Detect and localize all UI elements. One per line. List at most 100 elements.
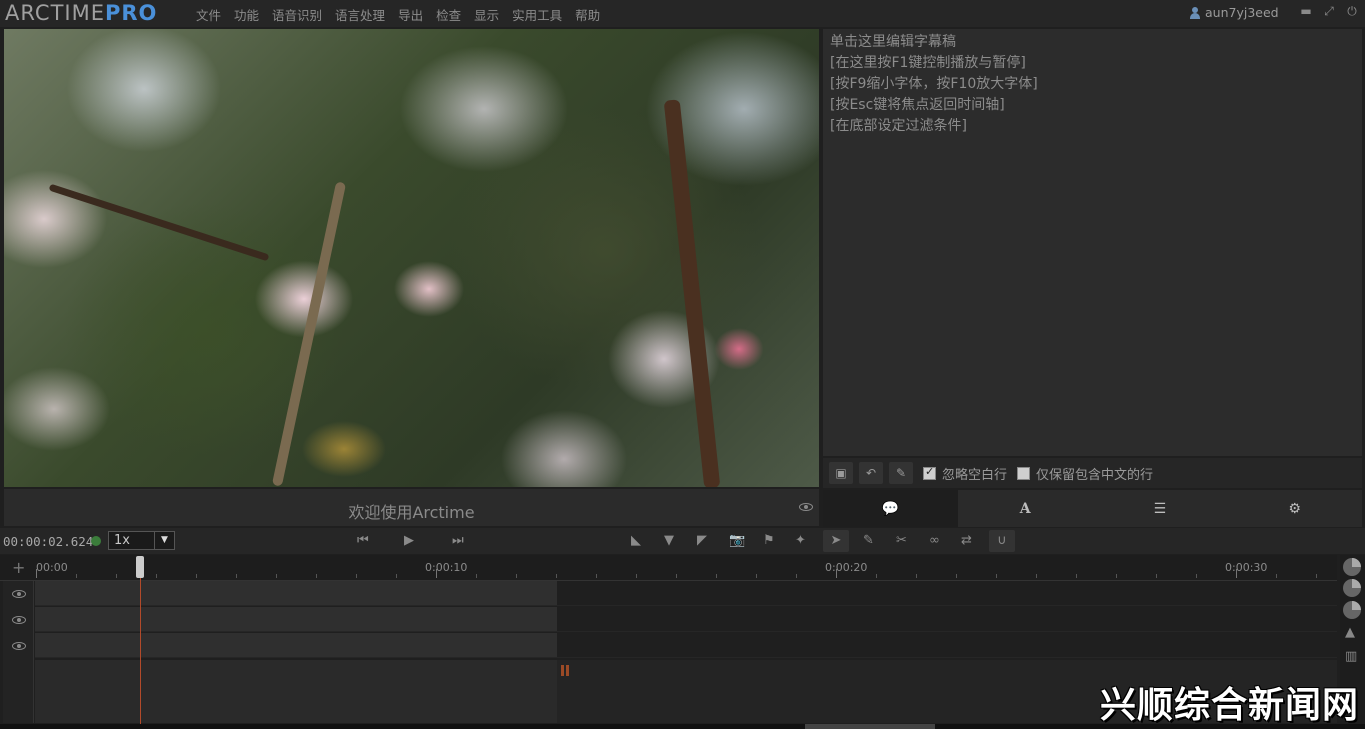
window-controls: ▬ ⤢ ⏻ bbox=[1299, 4, 1359, 19]
timeline-track[interactable] bbox=[35, 607, 1337, 632]
skip-forward-icon[interactable]: ⏭ bbox=[452, 533, 464, 548]
timeline-track[interactable] bbox=[35, 581, 1337, 606]
editor-line: [在底部设定过滤条件] bbox=[830, 118, 967, 134]
bookmark-icon[interactable]: ⚑ bbox=[763, 533, 775, 548]
menu-item-speech-recognition[interactable]: 语音识别 bbox=[272, 5, 322, 24]
script-editor[interactable]: 单击这里编辑字幕稿 [在这里按F1键控制播放与暂停] [按F9缩小字体，按F10… bbox=[823, 29, 1362, 456]
video-caption-bar: 欢迎使用Arctime bbox=[4, 489, 819, 526]
video-branch bbox=[271, 181, 347, 487]
menu-item-file[interactable]: 文件 bbox=[196, 5, 221, 24]
chevron-down-icon[interactable]: ▼ bbox=[154, 532, 174, 549]
ruler-tick bbox=[676, 574, 677, 578]
ruler-tick bbox=[476, 574, 477, 578]
ruler-tick bbox=[956, 574, 957, 578]
ruler-tick bbox=[156, 574, 157, 578]
play-icon[interactable]: ▶ bbox=[404, 533, 414, 548]
track-region bbox=[35, 633, 557, 657]
timeline-ruler[interactable]: + 00:00 0:00:10 0:00:20 0:00:30 bbox=[0, 555, 1337, 581]
fullscreen-icon[interactable]: ⤢ bbox=[1322, 4, 1336, 19]
menu-item-check[interactable]: 检查 bbox=[436, 5, 461, 24]
ignore-blank-checkbox[interactable]: 忽略空白行 bbox=[923, 464, 1007, 483]
volume-knob[interactable] bbox=[1343, 558, 1361, 576]
font-icon: A bbox=[1019, 500, 1031, 517]
logo-pro: PRO bbox=[104, 1, 158, 25]
magnet-icon[interactable]: ∪ bbox=[989, 530, 1015, 552]
scrollbar-thumb[interactable] bbox=[805, 724, 935, 729]
swap-icon[interactable]: ⇄ bbox=[961, 533, 972, 548]
eye-icon[interactable] bbox=[12, 590, 26, 598]
ruler-tick bbox=[436, 569, 437, 578]
skip-back-icon[interactable]: ⏮ bbox=[357, 533, 369, 548]
ruler-tick bbox=[996, 574, 997, 578]
user-account[interactable]: aun7yj3eed bbox=[1189, 5, 1279, 20]
username: aun7yj3eed bbox=[1205, 5, 1279, 20]
checkbox-unchecked[interactable] bbox=[1017, 466, 1031, 480]
edit-tool-icon[interactable]: ✎ bbox=[863, 533, 874, 548]
ruler-tick bbox=[556, 574, 557, 578]
mark-in-icon[interactable]: ◣ bbox=[631, 533, 641, 548]
ruler-tick bbox=[1116, 574, 1117, 578]
ruler-tick bbox=[116, 574, 117, 578]
collapse-icon[interactable]: ▣ bbox=[829, 462, 853, 484]
timecode: 00:00:02.624 bbox=[3, 534, 94, 549]
menu-item-function[interactable]: 功能 bbox=[234, 5, 259, 24]
waveform-icon[interactable]: ▲ bbox=[1345, 625, 1355, 640]
magic-wand-icon[interactable]: ✦ bbox=[795, 533, 806, 548]
status-dot bbox=[91, 536, 101, 546]
chinese-only-checkbox[interactable]: 仅保留包含中文的行 bbox=[1017, 464, 1153, 483]
checkbox-checked[interactable] bbox=[923, 465, 936, 480]
transport-bar: 00:00:02.624 1x ▼ ⏮ ▶ ⏭ ◣ ▼ ◤ 📷 ⚑ ✦ ➤ ✎ … bbox=[0, 528, 1365, 554]
volume-knob[interactable] bbox=[1343, 601, 1361, 619]
ruler-tick bbox=[1076, 574, 1077, 578]
panel-tabs: 💬 A ☰ ⚙ bbox=[823, 490, 1362, 527]
ruler-tick bbox=[1036, 574, 1037, 578]
minimize-icon[interactable]: ▬ bbox=[1299, 4, 1313, 19]
ruler-tick bbox=[356, 574, 357, 578]
tab-list[interactable]: ☰ bbox=[1092, 490, 1228, 527]
menu-item-help[interactable]: 帮助 bbox=[575, 5, 600, 24]
eye-icon[interactable] bbox=[799, 503, 813, 511]
editor-toolbar: ▣ ↶ ✎ 忽略空白行 仅保留包含中文的行 bbox=[823, 458, 1362, 488]
pencil-icon[interactable]: ✎ bbox=[889, 462, 913, 484]
link-icon[interactable]: ∞ bbox=[929, 533, 940, 548]
watermark: 兴顺综合新闻网 bbox=[1100, 685, 1360, 726]
video-preview[interactable] bbox=[4, 29, 819, 487]
tab-style[interactable]: A bbox=[957, 490, 1093, 527]
ruler-tick bbox=[1236, 569, 1237, 578]
timeline-track[interactable] bbox=[35, 633, 1337, 658]
video-branch bbox=[48, 183, 270, 262]
ruler-label: 0:00:30 bbox=[1225, 561, 1268, 574]
speed-select[interactable]: 1x ▼ bbox=[108, 531, 175, 550]
ruler-tick bbox=[316, 574, 317, 578]
ruler-tick bbox=[1276, 574, 1277, 578]
power-icon[interactable]: ⏻ bbox=[1345, 4, 1359, 19]
video-branch bbox=[663, 99, 721, 487]
tab-subtitles[interactable]: 💬 bbox=[823, 490, 958, 527]
ruler-tick bbox=[836, 569, 837, 578]
tab-settings[interactable]: ⚙ bbox=[1227, 490, 1362, 527]
menu-item-tools[interactable]: 实用工具 bbox=[512, 5, 562, 24]
add-track-icon[interactable]: + bbox=[12, 558, 25, 577]
select-tool-icon[interactable]: ➤ bbox=[823, 530, 849, 552]
undo-icon[interactable]: ↶ bbox=[859, 462, 883, 484]
playhead[interactable] bbox=[140, 556, 141, 724]
clip-end-marker[interactable] bbox=[561, 665, 564, 676]
ruler-tick bbox=[36, 569, 37, 578]
menu-item-export[interactable]: 导出 bbox=[398, 5, 423, 24]
ruler-tick bbox=[916, 574, 917, 578]
editor-line: 单击这里编辑字幕稿 bbox=[830, 34, 956, 50]
ruler-tick bbox=[1196, 574, 1197, 578]
playhead-handle[interactable] bbox=[136, 556, 144, 578]
volume-knob[interactable] bbox=[1343, 579, 1361, 597]
mark-out-icon[interactable]: ◤ bbox=[697, 533, 707, 548]
marker-down-icon[interactable]: ▼ bbox=[664, 533, 674, 548]
eye-icon[interactable] bbox=[12, 642, 26, 650]
scissors-icon[interactable]: ✂ bbox=[896, 533, 907, 548]
menu-item-display[interactable]: 显示 bbox=[474, 5, 499, 24]
menu-item-language-processing[interactable]: 语言处理 bbox=[335, 5, 385, 24]
eye-icon[interactable] bbox=[12, 616, 26, 624]
camera-icon[interactable]: 📷 bbox=[729, 533, 745, 548]
ruler-tick bbox=[596, 574, 597, 578]
ruler-tick bbox=[276, 574, 277, 578]
bar-chart-icon[interactable]: ▥ bbox=[1345, 649, 1357, 664]
